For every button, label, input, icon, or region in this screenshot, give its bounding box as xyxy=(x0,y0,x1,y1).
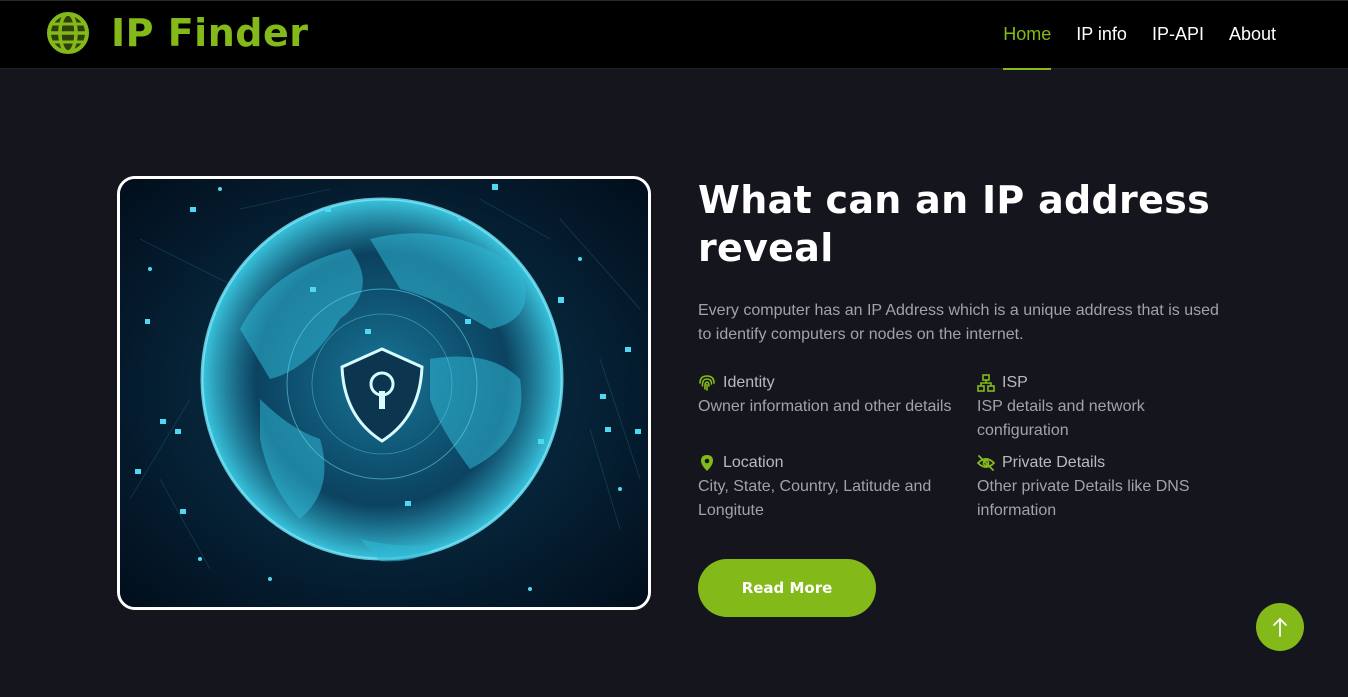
nav-menu: Home IP info IP-API About xyxy=(978,1,1276,70)
feature-text: City, State, Country, Latitude and Longi… xyxy=(698,478,932,519)
feature-text: Owner information and other details xyxy=(698,398,952,415)
eye-slash-icon xyxy=(977,455,995,471)
navbar: IP Finder Home IP info IP-API About xyxy=(0,0,1348,70)
feature-identity: Identity Owner information and other det… xyxy=(698,371,977,443)
feature-private-details: Private Details Other private Details li… xyxy=(977,451,1227,523)
feature-title: ISP xyxy=(1002,374,1028,391)
globe-icon xyxy=(47,12,89,54)
feature-text: ISP details and network configuration xyxy=(977,398,1145,439)
brand-logo[interactable]: IP Finder xyxy=(47,12,308,54)
feature-location: Location City, State, Country, Latitude … xyxy=(698,451,977,523)
globe-security-illustration xyxy=(120,179,648,607)
fingerprint-icon xyxy=(699,375,715,391)
nav-link-home[interactable]: Home xyxy=(1003,1,1052,70)
read-more-button[interactable]: Read More xyxy=(698,559,876,617)
feature-title: Identity xyxy=(723,374,775,391)
hero-content: What can an IP address reveal Every comp… xyxy=(698,176,1238,617)
feature-text: Other private Details like DNS informati… xyxy=(977,478,1190,519)
feature-isp: ISP ISP details and network configuratio… xyxy=(977,371,1227,443)
feature-title: Location xyxy=(723,454,784,471)
page-title: What can an IP address reveal xyxy=(698,178,1210,270)
nav-link-ip-api[interactable]: IP-API xyxy=(1152,1,1204,70)
feature-list: Identity Owner information and other det… xyxy=(698,371,1238,523)
network-icon xyxy=(977,374,995,392)
brand-name: IP Finder xyxy=(111,11,309,55)
hero-image xyxy=(117,176,651,610)
location-pin-icon xyxy=(701,455,713,471)
hero-description: Every computer has an IP Address which i… xyxy=(698,302,1219,343)
scroll-to-top-button[interactable] xyxy=(1256,603,1304,651)
nav-link-ip-info[interactable]: IP info xyxy=(1076,1,1127,70)
feature-title: Private Details xyxy=(1002,454,1106,471)
nav-link-about[interactable]: About xyxy=(1229,1,1276,70)
arrow-up-icon xyxy=(1273,618,1287,637)
